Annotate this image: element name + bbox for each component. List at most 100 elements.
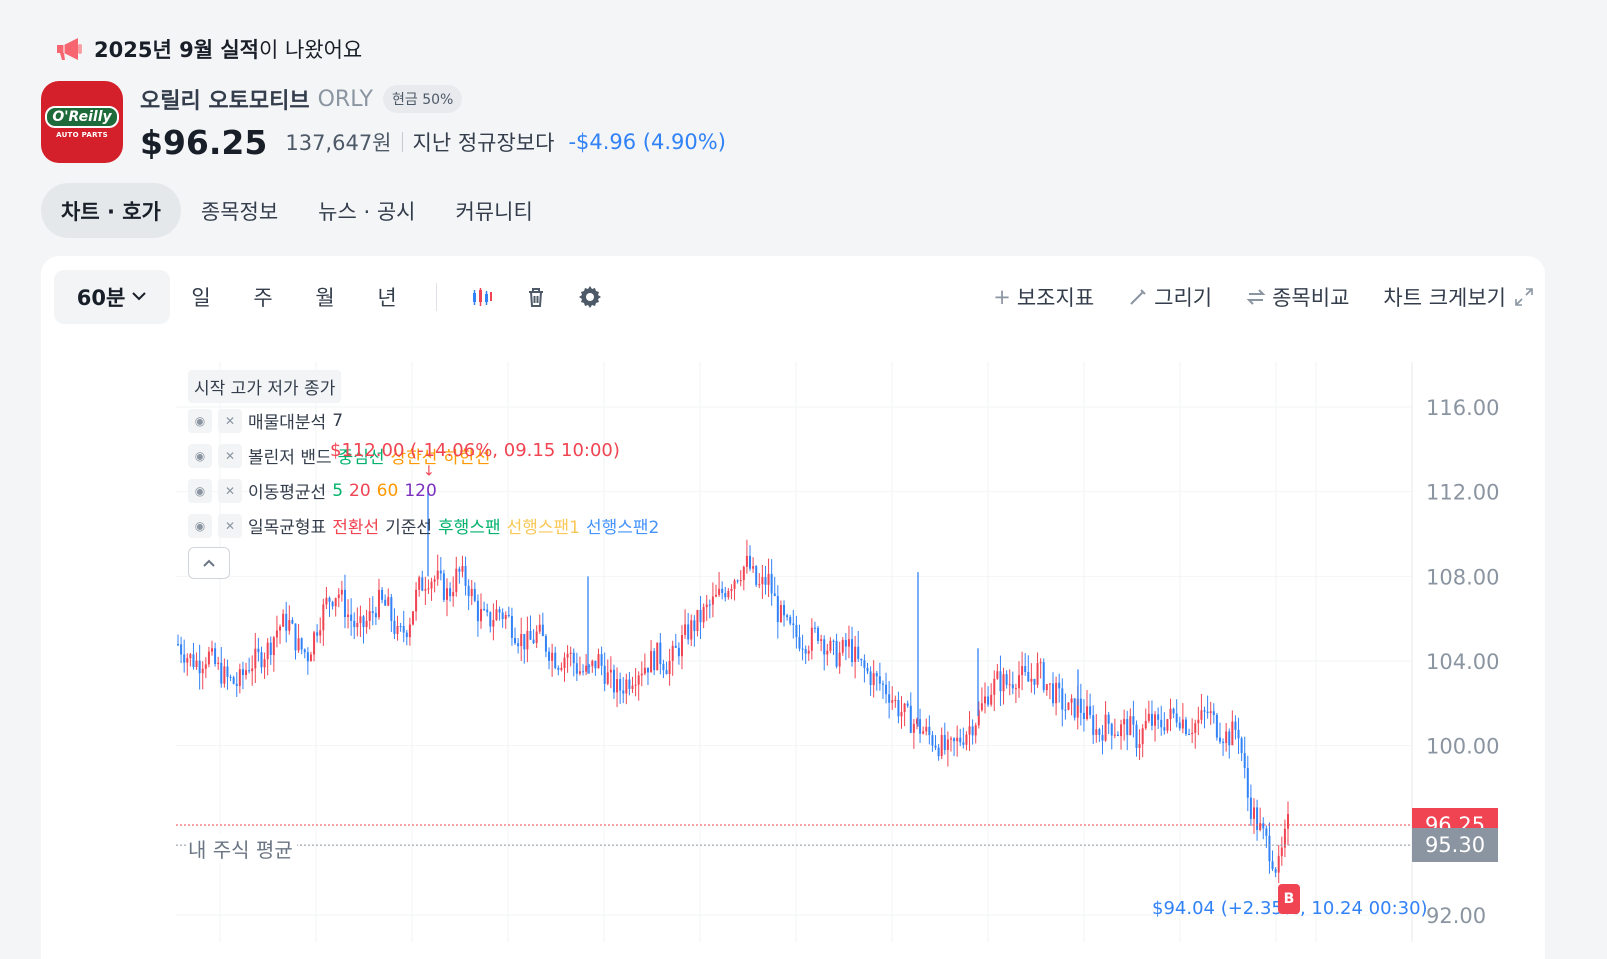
eye-icon[interactable]: ◉ (188, 408, 212, 433)
period-day-button[interactable]: 일 (170, 282, 232, 312)
legend-row: ◉ ✕ 매물대분석 7 (188, 403, 665, 438)
candle-body (1256, 807, 1259, 830)
eye-icon[interactable]: ◉ (188, 513, 212, 538)
stock-ticker: ORLY (317, 86, 373, 112)
candle-body (1135, 724, 1138, 748)
indicator-button[interactable]: + 보조지표 (993, 282, 1094, 312)
y-tick-label: 92.00 (1426, 904, 1486, 928)
candle-body (238, 669, 241, 686)
candle-body (520, 633, 523, 647)
candle-body (467, 585, 470, 597)
legend-rows: ◉ ✕ 매물대분석 7 ◉ ✕ 볼린저 밴드 중심선 상한선 하한선 ◉ ✕ 이동평균선 5 20 60 120… (188, 403, 665, 543)
close-icon[interactable]: ✕ (218, 408, 242, 433)
candle-body (789, 617, 792, 624)
candle-body (282, 613, 285, 627)
candle-body (195, 660, 198, 667)
candle-body (773, 593, 776, 597)
candle-body (1225, 731, 1228, 743)
candle-body (557, 667, 560, 670)
buy-marker[interactable]: B (1278, 884, 1300, 914)
candle-body (863, 660, 866, 668)
candle-body (1030, 678, 1033, 682)
candle-body (919, 719, 922, 734)
candle-body (390, 597, 393, 621)
draw-button[interactable]: 그리기 (1128, 282, 1212, 312)
candle-body (266, 642, 269, 660)
announcement-banner[interactable]: 2025년 9월 실적 이 나왔어요 (54, 34, 362, 64)
candle-body (974, 725, 977, 736)
candle-body (1147, 713, 1150, 721)
candle-body (501, 612, 504, 619)
candle-body (786, 615, 789, 618)
candle-body (1129, 716, 1132, 736)
tab-chart-quote[interactable]: 차트 · 호가 (41, 183, 181, 238)
candle-body (189, 654, 192, 659)
period-week-button[interactable]: 주 (232, 282, 294, 312)
interval-dropdown[interactable]: 60분 (54, 270, 170, 324)
period-year-button[interactable]: 년 (356, 282, 418, 312)
close-icon[interactable]: ✕ (218, 443, 242, 468)
compare-button[interactable]: 종목비교 (1246, 282, 1349, 312)
candle-body (1036, 663, 1039, 685)
candle-body (736, 580, 739, 582)
candle-body (1014, 688, 1017, 690)
price-change: -$4.96 (4.90%) (568, 130, 726, 154)
candle-body (653, 651, 656, 671)
candle-body (260, 652, 263, 668)
cash-badge[interactable]: 현금 50% (382, 85, 463, 113)
legend-indicator-name: 일목균형표 (248, 518, 327, 538)
logo-text: O'Reilly (45, 105, 119, 128)
candle-body (232, 677, 235, 684)
candle-body (1240, 738, 1243, 754)
eye-icon[interactable]: ◉ (188, 478, 212, 503)
candle-body (1194, 723, 1197, 733)
settings-button[interactable] (563, 277, 617, 317)
tab-news[interactable]: 뉴스 · 공시 (298, 183, 435, 238)
close-icon[interactable]: ✕ (218, 513, 242, 538)
toolbar-divider (436, 283, 437, 311)
candle-body (702, 607, 705, 623)
candle-body (1234, 721, 1237, 730)
candle-body (381, 589, 384, 600)
expand-chart-button[interactable]: 차트 크게보기 (1383, 282, 1534, 312)
candle-body (1231, 721, 1234, 746)
candle-body (560, 667, 563, 670)
candle-body (433, 579, 436, 582)
candle-body (1132, 716, 1135, 725)
candle-body (569, 652, 572, 654)
candle-body (1259, 823, 1262, 830)
candle-body (817, 627, 820, 641)
delete-button[interactable] (509, 277, 563, 317)
legend-param: 7 (332, 410, 344, 431)
candle-body (217, 662, 220, 664)
candle-body (430, 581, 433, 589)
candle-body (631, 685, 634, 689)
candle-body (597, 654, 600, 669)
candle-body (708, 604, 711, 606)
candle-body (541, 624, 544, 637)
candle-body (1011, 684, 1014, 689)
megaphone-icon (57, 38, 82, 60)
candle-body (303, 649, 306, 653)
candle-body (223, 666, 226, 684)
swap-arrows-icon (1246, 289, 1266, 305)
candle-body (962, 742, 965, 745)
candle-body (804, 648, 807, 654)
candle-body (628, 679, 631, 689)
tab-stock-info[interactable]: 종목정보 (181, 183, 298, 238)
legend-collapse-button[interactable] (188, 547, 230, 579)
candle-body (906, 703, 909, 706)
candle-body (226, 666, 229, 677)
candle-body (201, 668, 204, 674)
period-month-button[interactable]: 월 (294, 282, 356, 312)
candle-body (714, 594, 717, 597)
candle-body (1002, 674, 1005, 692)
candle-body (288, 620, 291, 631)
candle-body (730, 588, 733, 591)
close-icon[interactable]: ✕ (218, 478, 242, 503)
candle-body (888, 694, 891, 703)
candle-body (612, 669, 615, 693)
eye-icon[interactable]: ◉ (188, 443, 212, 468)
candle-type-button[interactable] (455, 277, 509, 317)
tab-community[interactable]: 커뮤니티 (435, 183, 552, 238)
